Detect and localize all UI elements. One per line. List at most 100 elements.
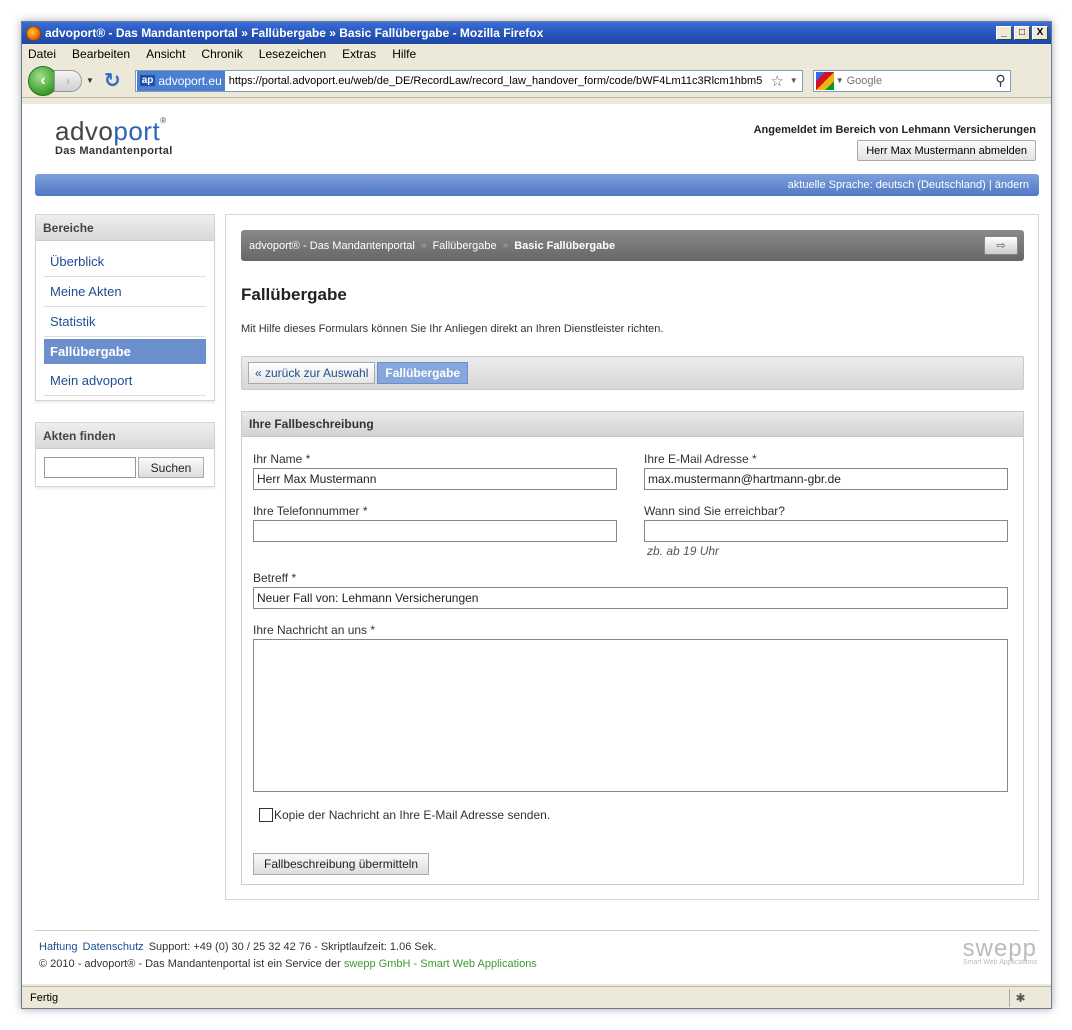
sidebar-item-meine-akten[interactable]: Meine Akten xyxy=(44,277,206,307)
step-tabs: « zurück zur Auswahl Fallübergabe xyxy=(241,356,1024,390)
logo-part-a: advo xyxy=(55,116,114,146)
reachability-hint: zb. ab 19 Uhr xyxy=(647,544,720,558)
menu-ansicht[interactable]: Ansicht xyxy=(146,47,185,61)
firefox-icon xyxy=(26,25,41,41)
reachability-input[interactable] xyxy=(644,520,1008,542)
email-label: Ihre E-Mail Adresse * xyxy=(644,452,757,466)
language-info[interactable]: aktuelle Sprache: deutsch (Deutschland) … xyxy=(788,179,1029,191)
search-placeholder[interactable]: Google xyxy=(847,75,996,87)
export-icon: ⇨ xyxy=(996,240,1006,252)
title-bar: advoport® - Das Mandantenportal » Fallüb… xyxy=(22,22,1051,44)
back-to-selection-button[interactable]: « zurück zur Auswahl xyxy=(248,362,376,384)
email-input[interactable]: max.mustermann@hartmann-gbr.de xyxy=(644,468,1008,490)
history-dropdown-icon[interactable]: ▼ xyxy=(86,76,94,85)
page-header: advoport® Das Mandantenportal Angemeldet… xyxy=(22,104,1051,172)
browser-window: advoport® - Das Mandantenportal » Fallüb… xyxy=(21,21,1052,1009)
copy-checkbox[interactable] xyxy=(259,808,273,822)
breadcrumb-separator: » xyxy=(420,240,427,251)
areas-title: Bereiche xyxy=(36,215,214,241)
sidebar-item-statistik[interactable]: Statistik xyxy=(44,307,206,337)
breadcrumb-current: Basic Fallübergabe xyxy=(514,239,616,252)
advoport-logo[interactable]: advoport® Das Mandantenportal xyxy=(55,116,173,157)
search-engine-dropdown-icon[interactable]: ▼ xyxy=(836,76,844,85)
logo-subtitle: Das Mandantenportal xyxy=(55,145,173,157)
menu-extras[interactable]: Extras xyxy=(342,47,376,61)
search-box[interactable]: ▼ Google ⚲ xyxy=(812,69,1011,92)
url-bar[interactable]: ap advoport.eu https://portal.advoport.eu… xyxy=(134,69,803,92)
find-records-input[interactable] xyxy=(44,457,136,478)
page-footer: Haftung Datenschutz Support: +49 (0) 30 / … xyxy=(35,930,1039,984)
back-arrow-icon: ‹ xyxy=(40,71,46,89)
breadcrumb-falluebergabe[interactable]: Fallübergabe xyxy=(432,240,496,252)
sidebar-item-falluebergabe[interactable]: Fallübergabe xyxy=(44,339,206,364)
url-dropdown-icon[interactable]: ▼ xyxy=(790,76,798,85)
swepp-logo[interactable]: swepp Smart Web Applications xyxy=(963,935,1037,966)
navigation-toolbar: ‹ › ▼ ↻ ap advoport.eu https://portal.adv… xyxy=(22,64,1051,98)
addon-icon[interactable]: ✱ xyxy=(1009,989,1031,1007)
name-label: Ihr Name * xyxy=(253,452,311,466)
areas-box: Bereiche Überblick Meine Akten Statistik… xyxy=(35,214,215,401)
site-name: advoport.eu xyxy=(158,73,222,88)
tab-falluebergabe[interactable]: Fallübergabe xyxy=(377,362,469,384)
status-bar: Fertig ✱ xyxy=(22,986,1051,1008)
page-viewport: advoport® Das Mandantenportal Angemeldet… xyxy=(22,104,1051,984)
find-records-title: Akten finden xyxy=(36,423,214,449)
find-records-box: Akten finden Suchen xyxy=(35,422,215,487)
intro-text: Mit Hilfe dieses Formulars können Sie Ih… xyxy=(241,323,664,335)
name-input[interactable]: Herr Max Mustermann xyxy=(253,468,617,490)
phone-input[interactable] xyxy=(253,520,617,542)
reload-icon[interactable]: ↻ xyxy=(104,68,121,93)
logo-reg: ® xyxy=(160,116,167,125)
case-description-form: Ihre Fallbeschreibung Ihr Name * Herr Ma… xyxy=(241,411,1024,885)
page-title: Fallübergabe xyxy=(241,285,347,304)
menu-hilfe[interactable]: Hilfe xyxy=(392,47,416,61)
footer-company-link[interactable]: swepp GmbH - Smart Web Applications xyxy=(344,958,537,970)
breadcrumb-home[interactable]: advoport® - Das Mandantenportal xyxy=(249,240,415,252)
bookmark-star-icon[interactable]: ☆ xyxy=(770,72,783,90)
forward-button[interactable]: › xyxy=(54,69,82,92)
breadcrumb-action-button[interactable]: ⇨ xyxy=(984,236,1018,255)
menu-chronik[interactable]: Chronik xyxy=(201,47,242,61)
search-icon[interactable]: ⚲ xyxy=(995,72,1005,89)
message-label: Ihre Nachricht an uns * xyxy=(253,623,376,637)
breadcrumb-separator: » xyxy=(502,240,509,251)
phone-label: Ihre Telefonnummer * xyxy=(253,504,368,518)
window-title: advoport® - Das Mandantenportal » Fallüb… xyxy=(45,26,544,40)
menu-bearbeiten[interactable]: Bearbeiten xyxy=(72,47,130,61)
sidebar-item-mein-advoport[interactable]: Mein advoport xyxy=(44,366,206,396)
main-content: advoport® - Das Mandantenportal » Fallüb… xyxy=(225,214,1039,900)
menu-bar: Datei Bearbeiten Ansicht Chronik Lesezei… xyxy=(22,44,1051,64)
footer-link-datenschutz[interactable]: Datenschutz xyxy=(83,941,144,953)
subject-label: Betreff * xyxy=(253,571,297,585)
logged-in-info: Angemeldet im Bereich von Lehmann Versic… xyxy=(753,124,1036,136)
minimize-button[interactable]: _ xyxy=(996,26,1012,40)
menu-datei[interactable]: Datei xyxy=(28,47,56,61)
footer-link-haftung[interactable]: Haftung xyxy=(39,941,78,953)
status-text: Fertig xyxy=(30,991,59,1004)
url-text[interactable]: https://portal.advoport.eu/web/de_DE/Rec… xyxy=(226,75,765,87)
footer-support: Support: +49 (0) 30 / 25 32 42 76 - Skri… xyxy=(148,941,437,953)
maximize-button[interactable]: □ xyxy=(1014,26,1030,40)
breadcrumb: advoport® - Das Mandantenportal » Fallüb… xyxy=(241,230,1024,261)
swepp-logo-subtitle: Smart Web Applications xyxy=(962,959,1037,966)
logout-button[interactable]: Herr Max Mustermann abmelden xyxy=(857,140,1036,161)
submit-button[interactable]: Fallbeschreibung übermitteln xyxy=(253,853,430,875)
close-button[interactable]: X xyxy=(1032,26,1048,40)
sidebar-item-ueberblick[interactable]: Überblick xyxy=(44,247,206,277)
site-badge: ap xyxy=(139,75,156,86)
footer-line-1: Haftung Datenschutz Support: +49 (0) 30 / … xyxy=(39,941,436,953)
forward-arrow-icon: › xyxy=(66,73,70,88)
form-title: Ihre Fallbeschreibung xyxy=(242,412,1023,437)
site-identity[interactable]: ap advoport.eu xyxy=(136,70,225,91)
language-bar: aktuelle Sprache: deutsch (Deutschland) … xyxy=(35,174,1039,196)
google-icon[interactable] xyxy=(815,71,834,90)
find-records-button[interactable]: Suchen xyxy=(138,457,204,478)
message-textarea[interactable] xyxy=(253,639,1008,792)
logo-part-b: port xyxy=(113,116,161,146)
footer-line-2: © 2010 - advoport® - Das Mandantenportal… xyxy=(39,958,537,970)
subject-input[interactable]: Neuer Fall von: Lehmann Versicherungen xyxy=(253,587,1008,609)
footer-copyright: © 2010 - advoport® - Das Mandantenportal… xyxy=(39,958,341,970)
menu-lesezeichen[interactable]: Lesezeichen xyxy=(259,47,326,61)
copy-label: Kopie der Nachricht an Ihre E-Mail Adres… xyxy=(274,808,551,822)
reachability-label: Wann sind Sie erreichbar? xyxy=(644,504,785,518)
